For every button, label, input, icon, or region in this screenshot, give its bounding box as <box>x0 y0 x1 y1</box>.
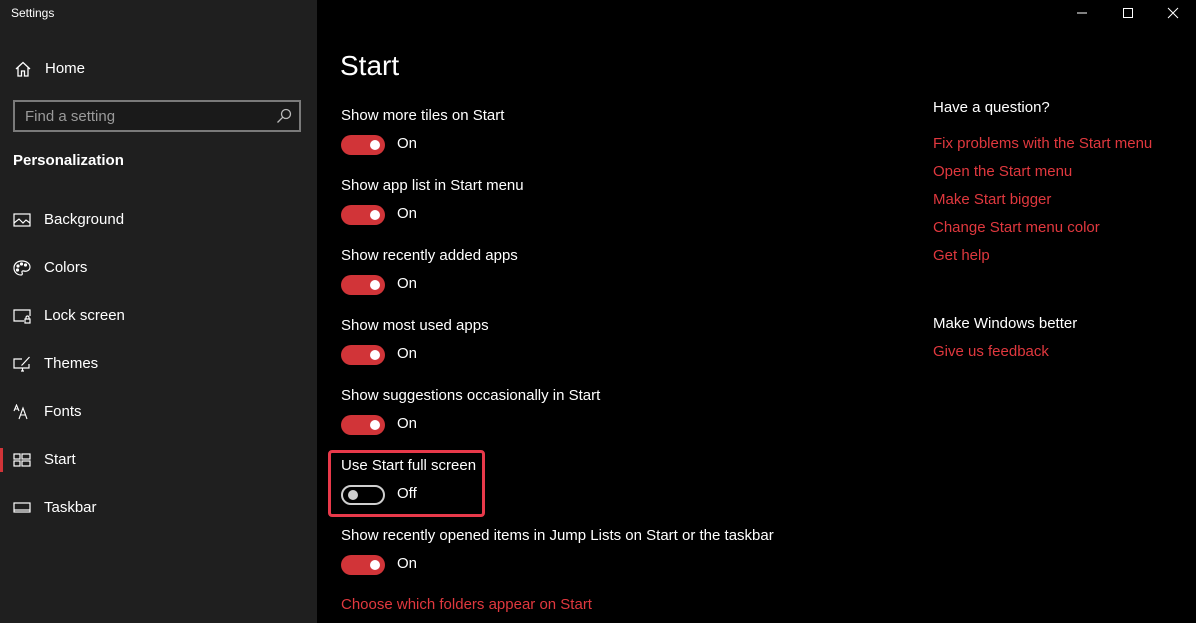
lock-screen-icon <box>13 309 31 324</box>
fonts-icon <box>13 404 28 420</box>
sidebar-item-label: Colors <box>44 259 88 276</box>
setting-jump-lists: Show recently opened items in Jump Lists… <box>341 527 901 589</box>
setting-recently-added-apps: Show recently added apps On <box>341 247 901 309</box>
start-tiles-icon <box>13 453 31 467</box>
setting-most-used-apps: Show most used apps On <box>341 317 901 379</box>
setting-label: Show more tiles on Start <box>341 107 505 124</box>
page-title: Start <box>340 50 400 81</box>
setting-label: Use Start full screen <box>341 457 477 474</box>
sidebar-item-label: Themes <box>44 355 99 372</box>
sidebar-item-start[interactable]: Start <box>0 440 317 480</box>
app-title: Settings <box>11 6 55 20</box>
toggle-state: Off <box>397 485 417 502</box>
setting-label: Show suggestions occasionally in Start <box>341 387 601 404</box>
sidebar-item-colors[interactable]: Colors <box>0 248 317 288</box>
toggle-switch[interactable] <box>341 135 385 155</box>
palette-icon <box>13 260 31 276</box>
toggle-switch[interactable] <box>341 415 385 435</box>
sidebar: Settings Home Personalization Background… <box>0 0 317 623</box>
toggle-state: On <box>397 555 418 572</box>
picture-icon <box>13 213 31 227</box>
taskbar-icon <box>13 502 31 513</box>
toggle-switch[interactable] <box>341 205 385 225</box>
help-link[interactable]: Make Start bigger <box>933 191 1051 208</box>
toggle-knob <box>370 560 380 570</box>
have-a-question-title: Have a question? <box>933 99 1050 116</box>
toggle-knob <box>348 490 358 500</box>
minimize-icon <box>1077 12 1087 14</box>
home-icon <box>15 61 31 77</box>
search-box[interactable] <box>13 100 301 132</box>
setting-label: Show recently added apps <box>341 247 518 264</box>
toggle-knob <box>370 210 380 220</box>
sidebar-item-lock-screen[interactable]: Lock screen <box>0 296 317 336</box>
sidebar-home[interactable]: Home <box>0 52 317 86</box>
toggle-state: On <box>397 415 418 432</box>
themes-brush-icon <box>13 356 30 372</box>
toggle-knob <box>370 280 380 290</box>
help-link[interactable]: Fix problems with the Start menu <box>933 135 1152 152</box>
search-input[interactable] <box>15 102 299 130</box>
sidebar-item-label: Fonts <box>44 403 82 420</box>
help-link[interactable]: Get help <box>933 247 990 264</box>
toggle-state: On <box>397 275 418 292</box>
toggle-state: On <box>397 205 418 222</box>
toggle-knob <box>370 420 380 430</box>
maximize-icon <box>1123 8 1133 18</box>
setting-show-more-tiles: Show more tiles on Start On <box>341 107 901 169</box>
sidebar-item-label: Start <box>44 451 76 468</box>
maximize-button[interactable] <box>1105 0 1151 26</box>
sidebar-item-label: Lock screen <box>44 307 125 324</box>
setting-full-screen: Use Start full screen Off <box>341 457 901 519</box>
toggle-switch[interactable] <box>341 345 385 365</box>
help-link[interactable]: Change Start menu color <box>933 219 1100 236</box>
toggle-state: On <box>397 135 418 152</box>
setting-suggestions: Show suggestions occasionally in Start O… <box>341 387 901 449</box>
sidebar-item-themes[interactable]: Themes <box>0 344 317 384</box>
sidebar-item-taskbar[interactable]: Taskbar <box>0 488 317 528</box>
sidebar-item-label: Taskbar <box>44 499 97 516</box>
toggle-switch[interactable] <box>341 555 385 575</box>
sidebar-item-label: Background <box>44 211 125 228</box>
help-link[interactable]: Open the Start menu <box>933 163 1072 180</box>
sidebar-item-background[interactable]: Background <box>0 200 317 240</box>
toggle-switch[interactable] <box>341 275 385 295</box>
make-windows-better-title: Make Windows better <box>933 315 1078 332</box>
toggle-switch[interactable] <box>341 485 385 505</box>
search-icon[interactable] <box>276 108 292 124</box>
setting-show-app-list: Show app list in Start menu On <box>341 177 901 239</box>
toggle-state: On <box>397 345 418 362</box>
sidebar-item-fonts[interactable]: Fonts <box>0 392 317 432</box>
section-title: Personalization <box>13 152 124 169</box>
minimize-button[interactable] <box>1059 0 1105 26</box>
close-icon <box>1167 7 1179 19</box>
home-label: Home <box>45 60 86 77</box>
setting-label: Show most used apps <box>341 317 489 334</box>
setting-label: Show app list in Start menu <box>341 177 524 194</box>
close-button[interactable] <box>1150 0 1196 26</box>
setting-label: Show recently opened items in Jump Lists… <box>341 527 774 544</box>
toggle-knob <box>370 140 380 150</box>
toggle-knob <box>370 350 380 360</box>
choose-folders-link[interactable]: Choose which folders appear on Start <box>341 596 592 613</box>
feedback-link[interactable]: Give us feedback <box>933 343 1049 360</box>
